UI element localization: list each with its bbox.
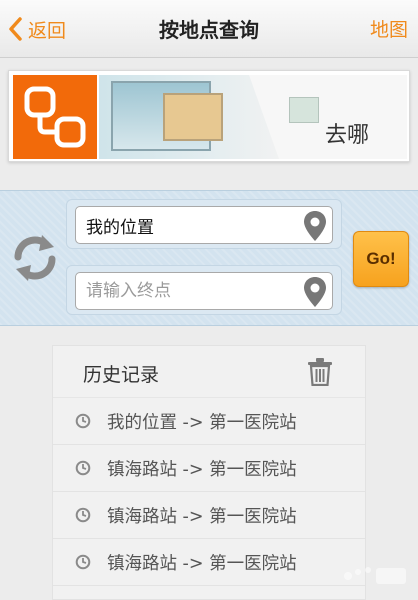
clock-icon — [75, 460, 91, 476]
nav-bar: 返回 按地点查询 地图 — [0, 0, 418, 58]
watermark-icon — [344, 567, 406, 584]
route-logo-icon — [13, 75, 97, 159]
destination-input[interactable] — [75, 272, 333, 310]
page-title: 按地点查询 — [159, 18, 259, 42]
history-item-text: 镇海路站 -> 第一医院站 — [107, 459, 297, 480]
search-panel: Go! — [0, 190, 418, 326]
banner: 去哪 — [8, 70, 410, 162]
map-button[interactable]: 地图 — [370, 15, 408, 42]
swap-icon[interactable] — [8, 231, 62, 285]
clock-icon — [75, 554, 91, 570]
history-item-text: 镇海路站 -> 第一医院站 — [107, 553, 297, 574]
history-item[interactable]: 镇海路站 -> 第一医院站 — [53, 492, 365, 539]
location-pin-icon[interactable] — [303, 210, 327, 242]
history-item-text: 我的位置 -> 第一医院站 — [107, 412, 297, 433]
trash-icon[interactable] — [307, 358, 333, 386]
end-field-wrapper — [66, 265, 342, 315]
history-item-text: 镇海路站 -> 第一医院站 — [107, 506, 297, 527]
history-item[interactable]: 我的位置 -> 第一医院站 — [53, 398, 365, 445]
start-input[interactable] — [75, 206, 333, 244]
go-button[interactable]: Go! — [353, 231, 409, 287]
history-header: 历史记录 — [53, 346, 365, 398]
clock-icon — [75, 413, 91, 429]
clock-icon — [75, 507, 91, 523]
history-item[interactable]: 镇海路站 -> 第一医院站 — [53, 445, 365, 492]
banner-label: 去哪 — [324, 123, 369, 148]
location-pin-icon[interactable] — [303, 276, 327, 308]
history-title: 历史记录 — [83, 364, 160, 386]
history-panel: 历史记录 我的位置 -> 第一医院站 镇海路站 -> 第一医院站 镇海路站 ->… — [52, 345, 366, 600]
history-item[interactable]: 镇海路站 -> 第一医院站 — [53, 539, 365, 586]
start-field-wrapper — [66, 199, 342, 249]
